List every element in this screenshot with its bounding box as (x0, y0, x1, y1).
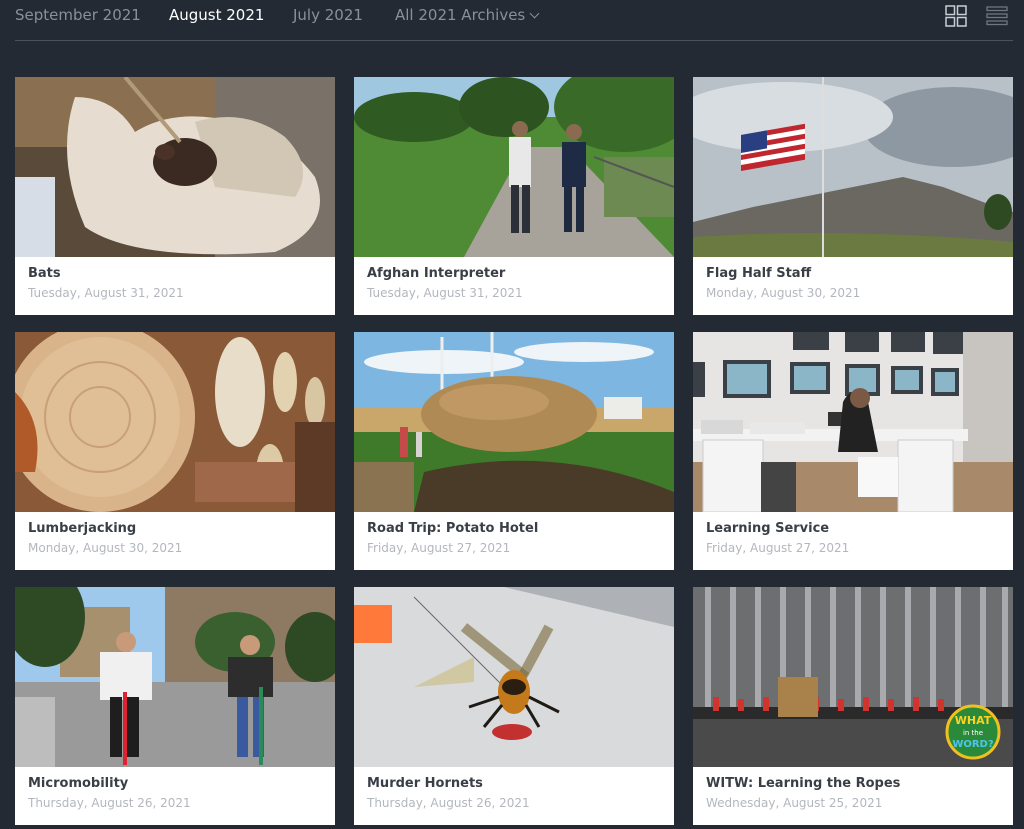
post-date: Wednesday, August 25, 2021 (706, 796, 883, 810)
post-title[interactable]: Afghan Interpreter (367, 266, 505, 281)
post-date: Thursday, August 26, 2021 (367, 796, 530, 810)
post-card-micromobility[interactable]: Micromobility Thursday, August 26, 2021 (15, 587, 335, 825)
tab-all-2021-archives[interactable]: All 2021 Archives (395, 6, 540, 24)
post-thumbnail[interactable] (15, 77, 335, 257)
what-in-the-word-logo: WHAT in the WORD? (943, 702, 1003, 762)
post-thumbnail[interactable] (354, 77, 674, 257)
archive-nav: September 2021 August 2021 July 2021 All… (0, 0, 1024, 40)
nav-divider (15, 40, 1013, 41)
list-view-icon[interactable] (985, 4, 1009, 28)
post-date: Monday, August 30, 2021 (706, 286, 861, 300)
post-title[interactable]: Road Trip: Potato Hotel (367, 521, 538, 536)
grid-view-icon[interactable] (944, 4, 968, 28)
tab-august-2021[interactable]: August 2021 (169, 6, 264, 24)
svg-text:WORD?: WORD? (952, 739, 994, 750)
post-card-lumberjacking[interactable]: Lumberjacking Monday, August 30, 2021 (15, 332, 335, 570)
post-card-murder-hornets[interactable]: Murder Hornets Thursday, August 26, 2021 (354, 587, 674, 825)
post-title[interactable]: Flag Half Staff (706, 266, 811, 281)
post-thumbnail[interactable] (693, 332, 1013, 512)
tab-all-archives-label: All 2021 Archives (395, 6, 526, 24)
post-title[interactable]: Bats (28, 266, 61, 281)
post-date: Tuesday, August 31, 2021 (367, 286, 523, 300)
post-thumbnail[interactable] (354, 587, 674, 767)
post-thumbnail[interactable] (354, 332, 674, 512)
chevron-down-icon (529, 8, 540, 19)
post-card-bats[interactable]: Bats Tuesday, August 31, 2021 (15, 77, 335, 315)
post-card-witw-learning-the-ropes[interactable]: WHAT in the WORD? WITW: Learning the Rop… (693, 587, 1013, 825)
tab-july-2021[interactable]: July 2021 (293, 6, 363, 24)
post-title[interactable]: WITW: Learning the Ropes (706, 776, 900, 791)
post-title[interactable]: Lumberjacking (28, 521, 136, 536)
post-card-afghan-interpreter[interactable]: Afghan Interpreter Tuesday, August 31, 2… (354, 77, 674, 315)
post-date: Thursday, August 26, 2021 (28, 796, 191, 810)
post-date: Friday, August 27, 2021 (706, 541, 850, 555)
post-thumbnail[interactable] (15, 587, 335, 767)
svg-text:in the: in the (963, 729, 983, 737)
svg-text:WHAT: WHAT (955, 714, 992, 727)
post-title[interactable]: Learning Service (706, 521, 829, 536)
tab-september-2021[interactable]: September 2021 (15, 6, 141, 24)
post-thumbnail[interactable] (15, 332, 335, 512)
post-card-learning-service[interactable]: Learning Service Friday, August 27, 2021 (693, 332, 1013, 570)
post-card-flag-half-staff[interactable]: Flag Half Staff Monday, August 30, 2021 (693, 77, 1013, 315)
post-date: Friday, August 27, 2021 (367, 541, 511, 555)
post-title[interactable]: Micromobility (28, 776, 128, 791)
post-date: Monday, August 30, 2021 (28, 541, 183, 555)
post-card-potato-hotel[interactable]: Road Trip: Potato Hotel Friday, August 2… (354, 332, 674, 570)
post-thumbnail[interactable] (693, 77, 1013, 257)
post-title[interactable]: Murder Hornets (367, 776, 483, 791)
post-date: Tuesday, August 31, 2021 (28, 286, 184, 300)
